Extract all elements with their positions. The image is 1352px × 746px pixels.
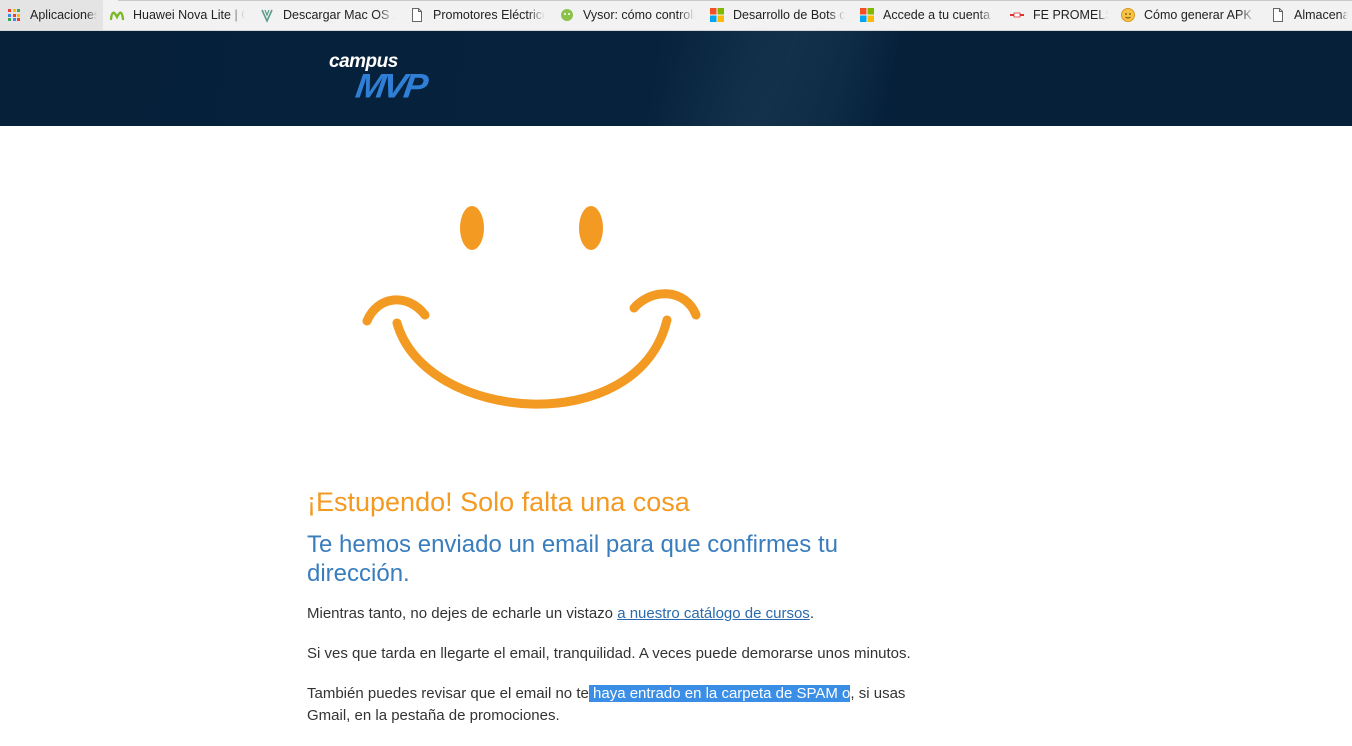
- movistar-icon: [109, 7, 125, 23]
- microsoft-icon: [709, 7, 725, 23]
- bookmark-macos[interactable]: Descargar Mac OS X 1: [253, 0, 403, 30]
- bookmark-apps[interactable]: Aplicaciones: [0, 0, 103, 30]
- bookmark-label: Huawei Nova Lite | Ca: [133, 8, 245, 22]
- spam-paragraph: También puedes revisar que el email no t…: [307, 683, 927, 727]
- android-icon: [559, 7, 575, 23]
- header-decoration: [659, 31, 901, 126]
- document-icon: [1270, 7, 1286, 23]
- catalog-paragraph: Mientras tanto, no dejes de echarle un v…: [307, 603, 927, 625]
- smiley-mouth: [392, 315, 672, 409]
- microsoft-icon: [859, 7, 875, 23]
- bookmark-vysor[interactable]: Vysor: cómo controla: [553, 0, 703, 30]
- apps-grid-icon: [6, 7, 22, 23]
- bookmark-label: Desarrollo de Bots co: [733, 8, 845, 22]
- bookmark-label: Vysor: cómo controla: [583, 8, 695, 22]
- bookmark-label: Descargar Mac OS X 1: [283, 8, 395, 22]
- course-catalog-link[interactable]: a nuestro catálogo de cursos: [617, 605, 810, 622]
- bookmark-label: Accede a tu cuenta d: [883, 8, 995, 22]
- confirmation-content: ¡Estupendo! Solo falta una cosa Te hemos…: [307, 486, 927, 727]
- download-leaf-icon: [259, 7, 275, 23]
- catalog-text-end: .: [809, 605, 814, 622]
- bookmark-almacenam[interactable]: Almacenam: [1264, 0, 1352, 30]
- bookmarks-bar: Aplicaciones Huawei Nova Lite | Ca Desca…: [0, 0, 1352, 31]
- bookmark-promotores[interactable]: Promotores Eléctricos: [403, 0, 553, 30]
- bookmark-label: Promotores Eléctricos: [433, 8, 545, 22]
- bookmark-label: FE PROMELSA: [1033, 8, 1108, 22]
- smiley-right-eye: [579, 206, 603, 250]
- smiley-illustration: [362, 206, 701, 409]
- catalog-text: Mientras tanto, no dejes de echarle un v…: [307, 605, 618, 622]
- smiley-left-dimple: [362, 295, 430, 326]
- bookmark-cuenta[interactable]: Accede a tu cuenta d: [853, 0, 1003, 30]
- smiley-left-eye: [460, 206, 484, 250]
- bookmark-label: Almacenam: [1294, 8, 1348, 22]
- spam-text-start: También puedes revisar que el email no t…: [307, 685, 589, 702]
- delay-paragraph: Si ves que tarda en llegarte el email, t…: [307, 645, 911, 662]
- smiley-right-dimple: [629, 289, 701, 320]
- logo-mvp-text: MVP: [353, 66, 428, 105]
- bookmark-huawei[interactable]: Huawei Nova Lite | Ca: [103, 0, 253, 30]
- selected-text: haya entrado en la carpeta de SPAM o: [588, 685, 851, 702]
- bookmark-promelsa[interactable]: FE PROMELSA: [1003, 0, 1114, 30]
- site-header: campus MVP: [0, 31, 1352, 126]
- page-subtitle: Te hemos enviado un email para que confi…: [307, 531, 838, 587]
- bookmark-apk[interactable]: Cómo generar APK co: [1114, 0, 1264, 30]
- campusmvp-logo[interactable]: campus MVP: [328, 51, 428, 107]
- promelsa-icon: [1009, 7, 1025, 23]
- page-title: ¡Estupendo! Solo falta una cosa: [307, 487, 690, 517]
- bookmark-label: Cómo generar APK co: [1144, 8, 1256, 22]
- document-icon: [409, 7, 425, 23]
- face-icon: [1120, 7, 1136, 23]
- bookmark-bots[interactable]: Desarrollo de Bots co: [703, 0, 853, 30]
- bookmark-label: Aplicaciones: [30, 8, 97, 22]
